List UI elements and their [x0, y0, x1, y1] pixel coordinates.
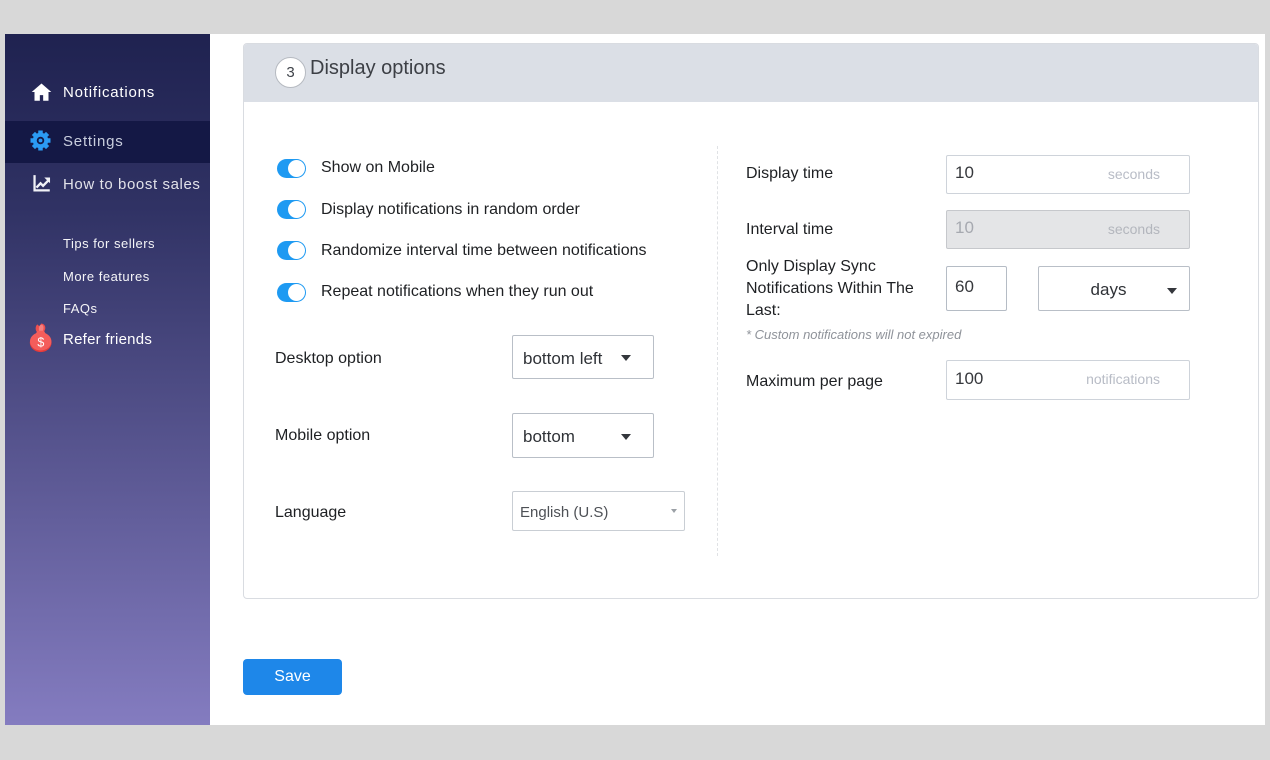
svg-text:$: $: [37, 336, 44, 350]
